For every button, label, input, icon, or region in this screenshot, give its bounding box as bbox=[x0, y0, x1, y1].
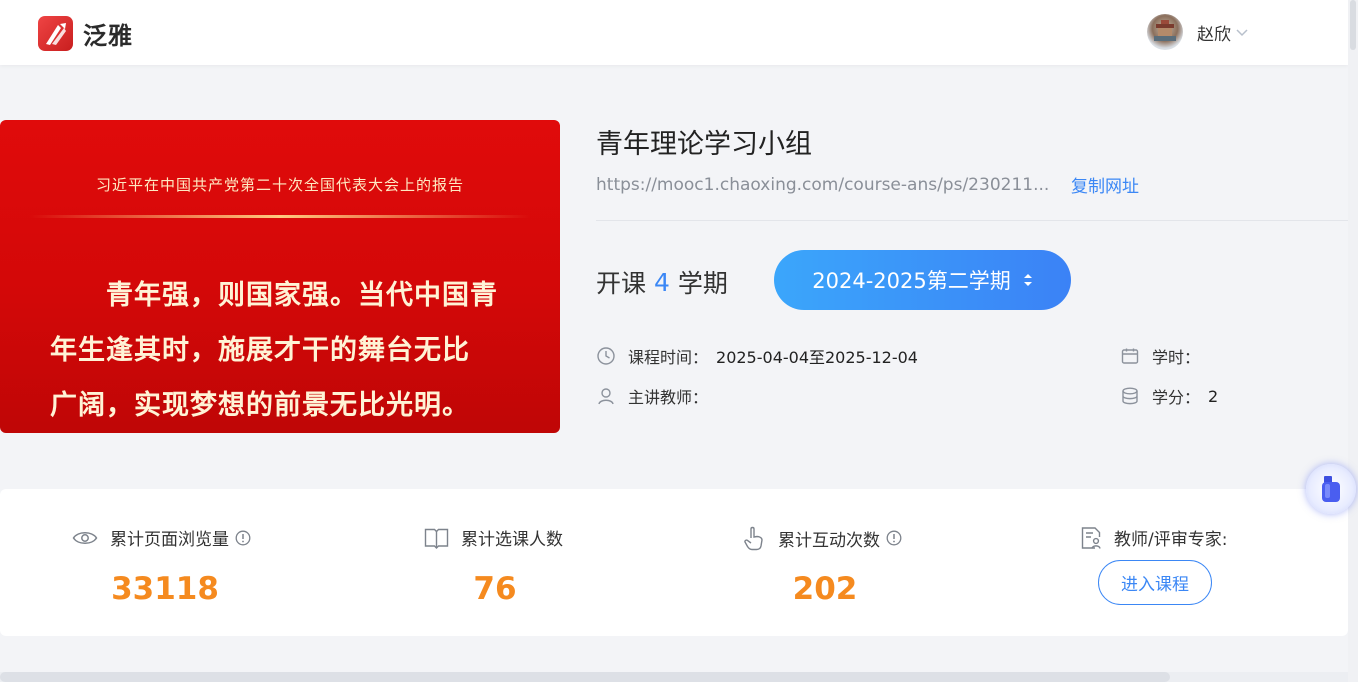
stat-students-text: 累计选课人数 bbox=[461, 530, 563, 550]
coins-icon bbox=[1122, 387, 1138, 405]
course-hours-label: 学时： bbox=[1152, 348, 1201, 367]
term-select-button[interactable]: 2024-2025第二学期 bbox=[774, 250, 1071, 310]
course-url-row: https://mooc1.chaoxing.com/course-ans/ps… bbox=[596, 172, 1139, 198]
course-hours: 学时： bbox=[1120, 344, 1200, 368]
stat-interactions-label: 累计互动次数 bbox=[742, 525, 914, 551]
vertical-scrollbar[interactable] bbox=[1348, 0, 1358, 682]
course-title: 青年理论学习小组 bbox=[596, 129, 812, 160]
term-count-value: 4 bbox=[654, 267, 670, 297]
stats-panel: 累计页面浏览量 33118 累计选课人数 76 累计互动次数 202 教师/评审… bbox=[0, 489, 1348, 636]
user-icon bbox=[598, 388, 614, 405]
term-count: 开课 4 学期 bbox=[596, 264, 728, 300]
course-teacher: 主讲教师： bbox=[596, 384, 708, 408]
banner-quote: 青年强，则国家强。当代中国青 年生逢其时，施展才干的舞台无比 广阔，实现梦想的前… bbox=[50, 268, 520, 433]
usb-drive-icon bbox=[1322, 476, 1340, 502]
banner-quote-line: 青年强，则国家强。当代中国青 bbox=[106, 280, 498, 311]
stat-students-label: 累计选课人数 bbox=[424, 525, 563, 550]
hand-tap-icon bbox=[744, 526, 763, 551]
calendar-icon bbox=[1121, 348, 1139, 364]
brand-logo-icon bbox=[38, 16, 73, 51]
stat-interactions-value: 202 bbox=[792, 571, 858, 607]
course-credit-value: 2 bbox=[1208, 386, 1219, 406]
clock-icon bbox=[597, 347, 615, 365]
divider bbox=[596, 220, 1348, 221]
stat-views-text: 累计页面浏览量 bbox=[110, 530, 229, 550]
brand-logo[interactable]: 泛雅 bbox=[38, 16, 133, 51]
course-credit: 学分： 2 bbox=[1120, 384, 1218, 408]
stat-expert-label: 教师/评审专家: bbox=[1080, 525, 1227, 550]
term-suffix: 学期 bbox=[677, 269, 728, 298]
stat-students-value: 76 bbox=[473, 571, 517, 607]
user-name[interactable]: 赵欣 bbox=[1197, 20, 1231, 45]
user-menu[interactable]: 赵欣 bbox=[1147, 14, 1249, 50]
copy-url-link[interactable]: 复制网址 bbox=[1071, 172, 1139, 197]
chevron-down-icon[interactable] bbox=[1235, 25, 1249, 39]
course-time-label: 课程时间： bbox=[628, 348, 709, 367]
course-cover-banner: 习近平在中国共产党第二十次全国代表大会上的报告 青年强，则国家强。当代中国青 年… bbox=[0, 120, 560, 433]
enter-course-button[interactable]: 进入课程 bbox=[1098, 560, 1212, 605]
stat-interactions-text: 累计互动次数 bbox=[778, 530, 880, 551]
course-time: 课程时间： 2025-04-04至2025-12-04 bbox=[596, 344, 918, 368]
avatar[interactable] bbox=[1147, 14, 1183, 50]
expert-doc-icon bbox=[1081, 526, 1101, 549]
updown-icon bbox=[1023, 274, 1032, 286]
course-credit-label: 学分： bbox=[1152, 388, 1201, 407]
eye-icon bbox=[72, 531, 98, 544]
stat-views-value: 33118 bbox=[111, 571, 219, 607]
course-teacher-label: 主讲教师： bbox=[628, 388, 709, 407]
floating-assistant-button[interactable] bbox=[1306, 464, 1356, 514]
banner-heading: 习近平在中国共产党第二十次全国代表大会上的报告 bbox=[95, 176, 464, 194]
banner-quote-line: 广阔，实现梦想的前景无比光明。 bbox=[50, 390, 470, 421]
course-url: https://mooc1.chaoxing.com/course-ans/ps… bbox=[596, 174, 1050, 195]
info-icon[interactable] bbox=[886, 530, 902, 546]
brand-name: 泛雅 bbox=[83, 22, 133, 50]
course-time-value: 2025-04-04至2025-12-04 bbox=[716, 348, 918, 367]
top-header: 泛雅 赵欣 bbox=[0, 0, 1348, 65]
banner-divider bbox=[30, 215, 530, 218]
book-icon bbox=[424, 528, 449, 549]
horizontal-scrollbar[interactable] bbox=[0, 672, 1348, 682]
stat-views-label: 累计页面浏览量 bbox=[72, 525, 263, 550]
term-prefix: 开课 bbox=[596, 269, 647, 298]
term-selected-label: 2024-2025第二学期 bbox=[812, 269, 1011, 293]
banner-quote-line: 年生逢其时，施展才干的舞台无比 bbox=[50, 335, 470, 366]
info-icon[interactable] bbox=[235, 530, 251, 546]
stat-expert-text: 教师/评审专家: bbox=[1114, 530, 1228, 550]
